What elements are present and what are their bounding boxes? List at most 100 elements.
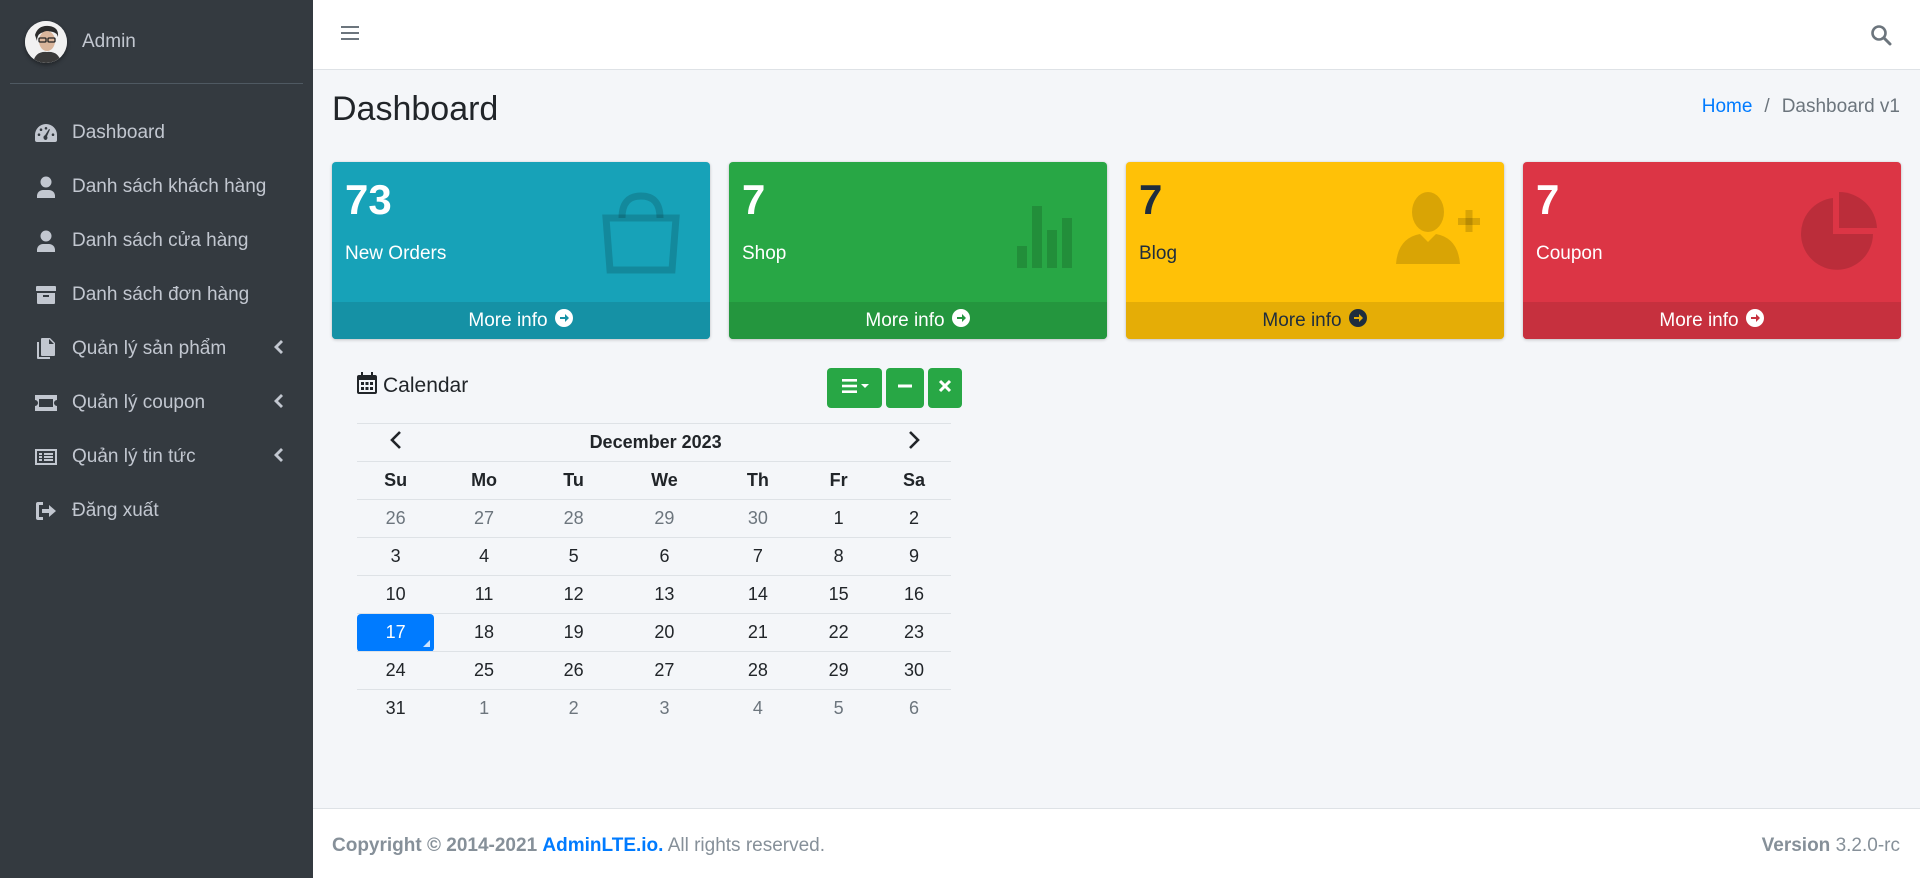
calendar-day[interactable]: 3	[613, 689, 716, 728]
search-icon[interactable]	[1870, 24, 1892, 51]
calendar-day[interactable]: 2	[533, 689, 614, 728]
month-switch[interactable]: December 2023	[434, 423, 878, 462]
calendar-day[interactable]: 4	[434, 537, 534, 576]
weekday-header: Su	[357, 461, 435, 500]
stat-boxes: 73 New Orders More info 7 Shop More info	[332, 162, 1901, 339]
calendar-day[interactable]: 28	[533, 499, 614, 538]
arrow-circle-right-icon	[1348, 308, 1368, 334]
more-info-link[interactable]: More info	[332, 302, 710, 339]
more-info-label: More info	[468, 309, 548, 331]
sidebar-item-dashboard[interactable]: Dashboard	[0, 106, 313, 160]
sidebar-item-label: Danh sách cửa hàng	[72, 230, 249, 251]
calendar-day[interactable]: 26	[357, 499, 435, 538]
sidebar-item-label: Đăng xuất	[72, 500, 159, 521]
close-icon	[938, 379, 952, 398]
sidebar-item-label: Quản lý sản phẩm	[72, 338, 227, 359]
weekday-header: Fr	[800, 461, 878, 500]
more-info-label: More info	[1659, 309, 1739, 331]
more-info-link[interactable]: More info	[729, 302, 1107, 339]
prev-month-button[interactable]	[357, 423, 435, 462]
copyright-text: Copyright © 2014-2021	[332, 835, 538, 856]
sidebar-item-orders[interactable]: Danh sách đơn hàng	[0, 268, 313, 322]
weekday-header: We	[613, 461, 716, 500]
sidebar-item-logout[interactable]: Đăng xuất	[0, 484, 313, 538]
sidebar-item-label: Quản lý tin tức	[72, 446, 196, 467]
calendar-day[interactable]: 6	[877, 689, 951, 728]
calendar-day[interactable]: 23	[877, 613, 951, 652]
calendar-day[interactable]: 28	[715, 651, 801, 690]
user-name[interactable]: Admin	[82, 31, 136, 53]
sidebar-item-label: Danh sách đơn hàng	[72, 284, 250, 305]
brand-link[interactable]: AdminLTE.io.	[542, 835, 663, 856]
calendar-table: December 2023 Su Mo Tu We Th Fr Sa 26 27…	[357, 423, 951, 728]
sidebar-nav: Dashboard Danh sách khách hàng Danh sách…	[0, 106, 313, 538]
calendar-day[interactable]: 30	[877, 651, 951, 690]
calendar-day[interactable]: 1	[434, 689, 534, 728]
collapse-button[interactable]	[886, 368, 924, 408]
stat-box-shop: 7 Shop More info	[729, 162, 1107, 339]
calendar-day[interactable]: 27	[434, 499, 534, 538]
sign-out-icon	[34, 499, 58, 523]
user-icon	[34, 175, 58, 199]
calendar-day[interactable]: 19	[533, 613, 614, 652]
stat-box-new-orders: 73 New Orders More info	[332, 162, 710, 339]
list-icon	[34, 445, 58, 469]
calendar-day[interactable]: 18	[434, 613, 534, 652]
calendar-day[interactable]: 5	[800, 689, 878, 728]
calendar-day[interactable]: 16	[877, 575, 951, 614]
calendar-day[interactable]: 29	[800, 651, 878, 690]
calendar-day[interactable]: 30	[715, 499, 801, 538]
breadcrumb-home-link[interactable]: Home	[1702, 96, 1753, 118]
remove-button[interactable]	[928, 368, 962, 408]
calendar-day[interactable]: 4	[715, 689, 801, 728]
calendar-day[interactable]: 9	[877, 537, 951, 576]
calendar-day[interactable]: 31	[357, 689, 435, 728]
calendar-day[interactable]: 3	[357, 537, 435, 576]
calendar-day[interactable]: 13	[613, 575, 716, 614]
calendar-day[interactable]: 7	[715, 537, 801, 576]
sidebar-item-label: Danh sách khách hàng	[72, 176, 267, 197]
breadcrumb: Home / Dashboard v1	[1702, 96, 1900, 118]
version-info: Version 3.2.0-rc	[1762, 835, 1900, 857]
calendar-day[interactable]: 24	[357, 651, 435, 690]
sidebar-item-news[interactable]: Quản lý tin tức	[0, 430, 313, 484]
more-info-link[interactable]: More info	[1523, 302, 1901, 339]
hamburger-icon[interactable]	[341, 24, 361, 47]
calendar-tools	[827, 368, 962, 408]
calendar-day[interactable]: 22	[800, 613, 878, 652]
calendar-day[interactable]: 6	[613, 537, 716, 576]
next-month-button[interactable]	[877, 423, 951, 462]
calendar-day[interactable]: 2	[877, 499, 951, 538]
calendar-day[interactable]: 29	[613, 499, 716, 538]
calendar-day[interactable]: 11	[434, 575, 534, 614]
sidebar-item-products[interactable]: Quản lý sản phẩm	[0, 322, 313, 376]
weekday-header: Sa	[877, 461, 951, 500]
calendar-day[interactable]: 8	[800, 537, 878, 576]
calendar-day[interactable]: 21	[715, 613, 801, 652]
sidebar-item-coupons[interactable]: Quản lý coupon	[0, 376, 313, 430]
sidebar-item-customers[interactable]: Danh sách khách hàng	[0, 160, 313, 214]
stat-box-coupon: 7 Coupon More info	[1523, 162, 1901, 339]
stat-value: 7	[742, 176, 766, 223]
chevron-left-icon	[273, 392, 283, 414]
calendar-day[interactable]: 25	[434, 651, 534, 690]
calendar-day[interactable]: 15	[800, 575, 878, 614]
arrow-circle-right-icon	[951, 308, 971, 334]
sidebar-item-shops[interactable]: Danh sách cửa hàng	[0, 214, 313, 268]
calendar-day-selected[interactable]: 17	[357, 613, 435, 652]
calendar-day[interactable]: 27	[613, 651, 716, 690]
calendar-day[interactable]: 26	[533, 651, 614, 690]
calendar-menu-button[interactable]	[827, 368, 882, 408]
calendar-day[interactable]: 10	[357, 575, 435, 614]
stat-label: Shop	[742, 243, 787, 264]
calendar-day[interactable]: 14	[715, 575, 801, 614]
more-info-link[interactable]: More info	[1126, 302, 1504, 339]
calendar-day[interactable]: 20	[613, 613, 716, 652]
calendar-title: Calendar	[383, 374, 469, 397]
version-number: 3.2.0-rc	[1835, 835, 1900, 856]
stat-label: Coupon	[1536, 243, 1603, 264]
calendar-day[interactable]: 1	[800, 499, 878, 538]
calendar-day[interactable]: 12	[533, 575, 614, 614]
calendar-day[interactable]: 5	[533, 537, 614, 576]
user-panel[interactable]: Admin	[10, 0, 303, 84]
